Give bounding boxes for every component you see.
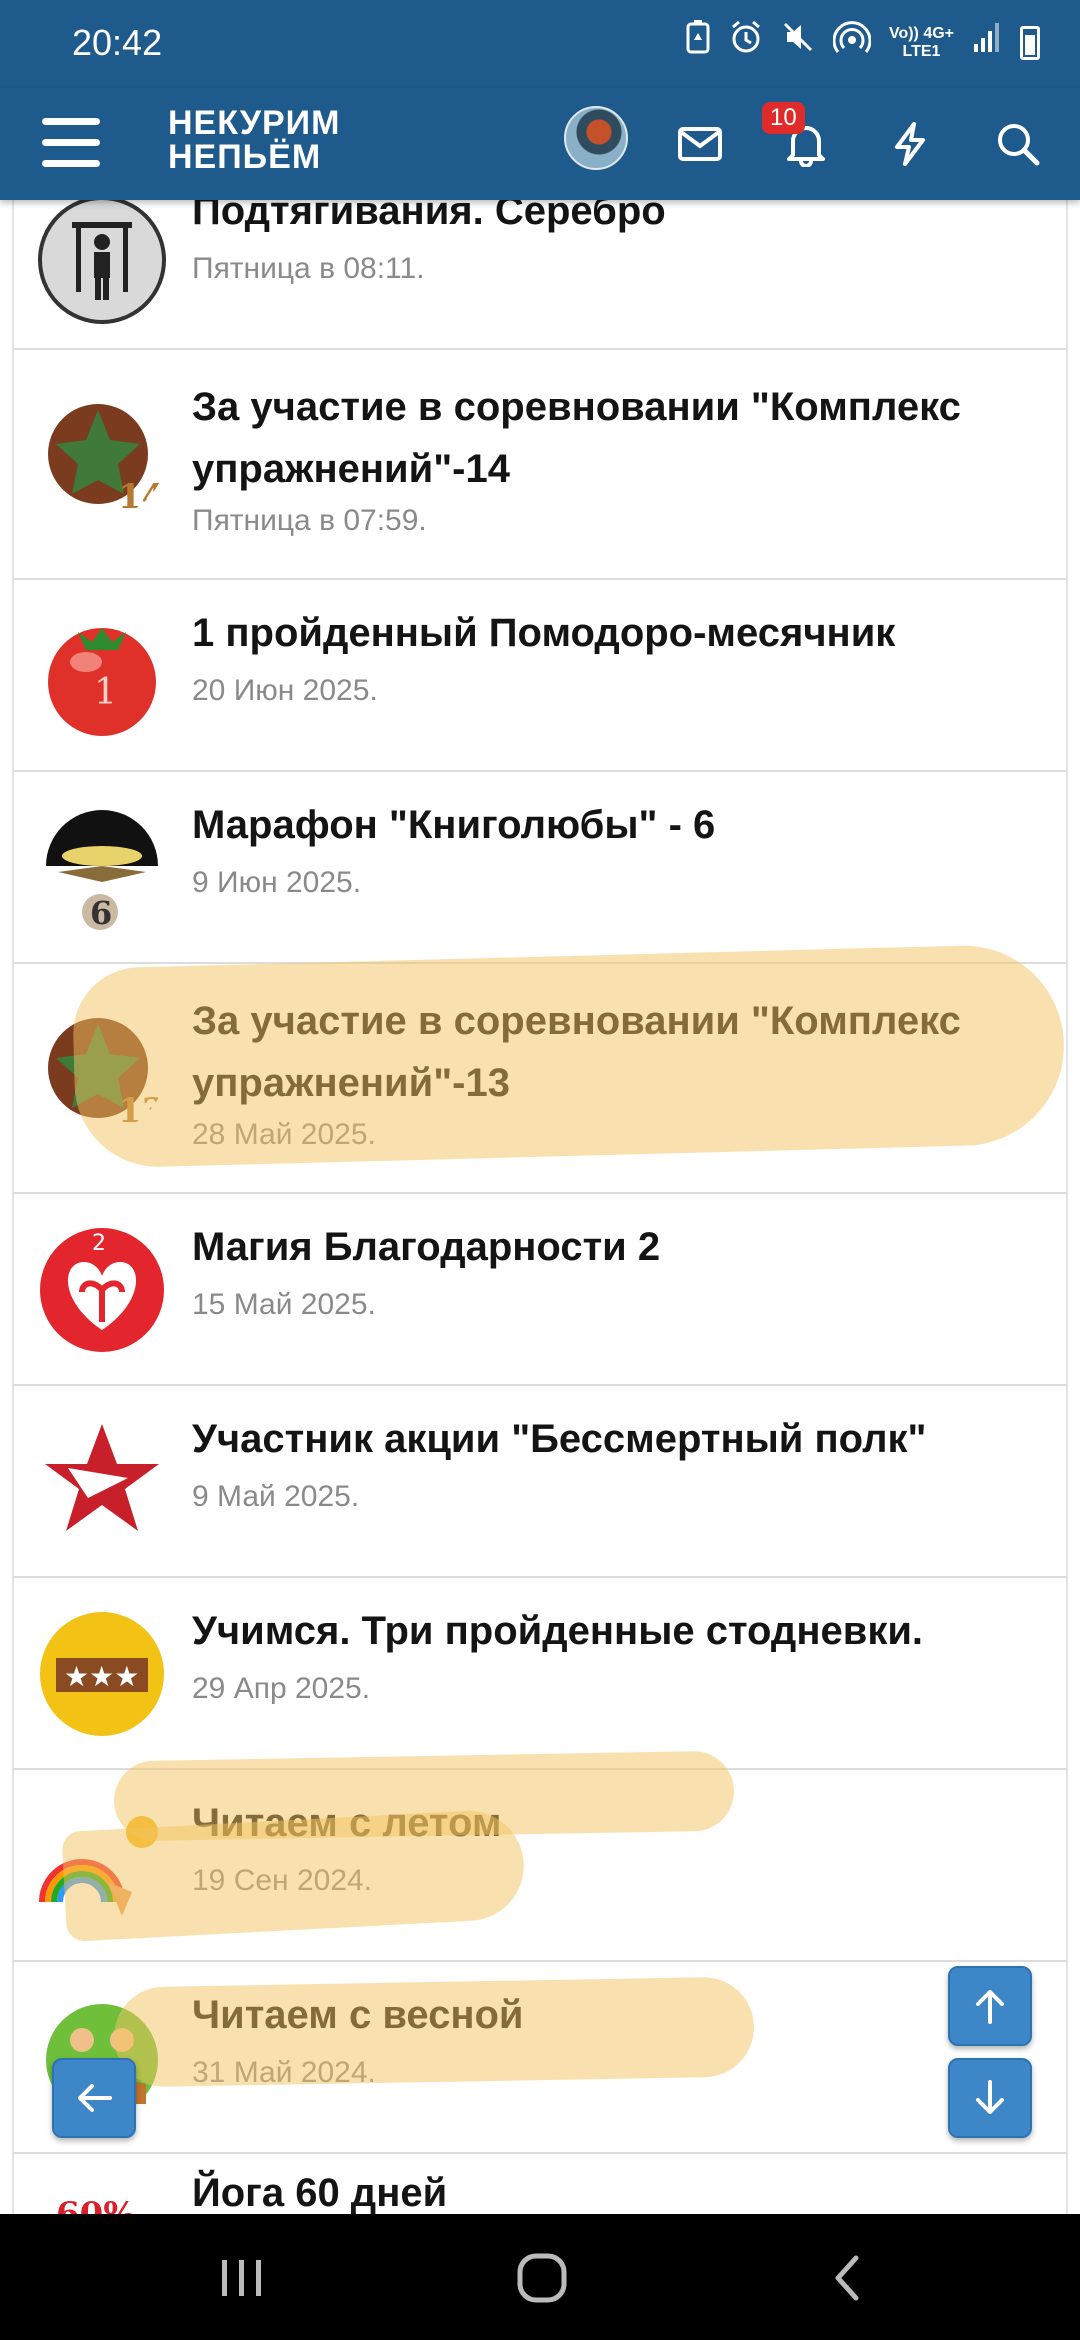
exercise-complex-14-icon: 14: [38, 390, 166, 518]
system-nav-bar: [0, 2214, 1080, 2340]
notification-badge: 10: [762, 102, 805, 134]
signal-icon: [972, 20, 1002, 65]
gratitude-heart-icon: 2: [38, 1226, 166, 1354]
achievement-date: 28 Май 2025.: [192, 1118, 376, 1151]
achievement-title: Учимся. Три пройденные стодневки.: [192, 1609, 924, 1653]
status-time: 20:42: [72, 22, 163, 63]
svg-text:13: 13: [118, 1091, 165, 1131]
achievement-date: 20 Июн 2025.: [192, 674, 378, 707]
scroll-up-button[interactable]: [948, 1966, 1032, 2046]
book-marathon-icon: 6: [38, 804, 166, 932]
list-item[interactable]: 1 1 пройденный Помодоро-месячник 20 Июн …: [12, 580, 1068, 772]
achievement-title: Участник акции "Бессмертный полк": [192, 1417, 927, 1461]
list-item[interactable]: 6 Марафон "Книголюбы" - 6 9 Июн 2025.: [12, 772, 1068, 964]
achievement-date: 9 Июн 2025.: [192, 866, 362, 899]
arrow-up-icon: [976, 1990, 1004, 2024]
list-item[interactable]: Участник акции "Бессмертный полк" 9 Май …: [12, 1386, 1068, 1578]
svg-text:1: 1: [94, 672, 117, 713]
achievement-date: Пятница в 08:11.: [192, 252, 425, 285]
svg-text:14: 14: [118, 477, 165, 517]
mail-icon[interactable]: [668, 112, 732, 176]
achievement-title: Марафон "Книголюбы" - 6: [192, 803, 716, 847]
mute-icon: [781, 20, 815, 65]
three-stars-icon: ★★★: [38, 1610, 166, 1738]
achievement-title: Магия Благодарности 2: [192, 1225, 661, 1269]
achievement-date: 31 Май 2024.: [192, 2056, 376, 2089]
logo-line-2: НЕПЬЁМ: [168, 138, 322, 176]
recent-apps-icon[interactable]: [202, 2246, 282, 2310]
list-item[interactable]: Читаем с весной 31 Май 2024.: [12, 1962, 1068, 2154]
site-logo[interactable]: НЕКУРИМ НЕПЬЁМ: [168, 106, 340, 174]
exercise-complex-13-icon: 13: [38, 1004, 166, 1132]
list-item[interactable]: ★★★ Учимся. Три пройденные стодневки. 29…: [12, 1578, 1068, 1770]
list-item[interactable]: 14 За участие в соревновании "Комплекс у…: [12, 350, 1068, 580]
arrow-down-icon: [976, 2080, 1004, 2114]
tomato-icon: 1: [38, 612, 166, 740]
svg-text:★★★: ★★★: [64, 1660, 139, 1693]
network-label-top: Vo)) 4G+: [888, 24, 954, 42]
achievement-title: Читаем с весной: [192, 1993, 524, 2037]
achievement-title: За участие в соревновании "Комплекс упра…: [192, 999, 961, 1105]
network-label-bottom: LTE1: [902, 42, 941, 60]
logo-line-1: НЕКУРИМ: [168, 104, 341, 142]
status-icons: Vo)) 4G+ LTE1: [685, 20, 1040, 65]
achievement-date: Пятница в 07:59.: [192, 504, 427, 537]
red-star-icon: [38, 1418, 166, 1546]
app-header: НЕКУРИМ НЕПЬЁМ 10: [0, 88, 1080, 200]
list-item[interactable]: 2 Магия Благодарности 2 15 Май 2025.: [12, 1194, 1068, 1386]
status-bar: 20:42 Vo)) 4G+ LTE1: [0, 0, 1080, 88]
alarm-icon: [729, 20, 763, 65]
arrow-left-icon: [78, 2084, 112, 2112]
achievement-title: 1 пройденный Помодоро-месячник: [192, 611, 896, 655]
lightning-icon[interactable]: [878, 112, 942, 176]
search-icon[interactable]: [986, 112, 1050, 176]
list-item[interactable]: Подтягивания. Серебро Пятница в 08:11.: [12, 180, 1068, 350]
battery-icon: [1020, 25, 1040, 60]
svg-text:2: 2: [92, 1231, 106, 1256]
svg-text:6: 6: [90, 894, 112, 932]
achievement-title: Читаем с летом: [192, 1801, 502, 1845]
system-back-icon[interactable]: [808, 2246, 888, 2310]
achievement-date: 9 Май 2025.: [192, 1480, 360, 1513]
user-avatar[interactable]: [564, 106, 628, 170]
battery-saver-icon: [685, 20, 711, 65]
list-item[interactable]: Читаем с летом 19 Сен 2024.: [12, 1750, 1068, 1962]
menu-icon[interactable]: [42, 118, 100, 168]
achievement-date: 19 Сен 2024.: [192, 1864, 373, 1897]
scroll-down-button[interactable]: [948, 2058, 1032, 2138]
rainbow-sun-icon: [38, 1802, 166, 1930]
network-indicator: Vo)) 4G+ LTE1: [889, 25, 954, 61]
achievement-title: За участие в соревновании "Комплекс упра…: [192, 385, 961, 491]
pullup-silver-icon: [38, 196, 166, 324]
hotspot-icon: [832, 20, 872, 65]
back-button[interactable]: [52, 2058, 136, 2138]
achievement-date: 29 Апр 2025.: [192, 1672, 371, 1705]
list-item[interactable]: 13 За участие в соревновании "Комплекс у…: [12, 943, 1068, 1194]
achievement-date: 15 Май 2025.: [192, 1288, 376, 1321]
home-icon[interactable]: [502, 2246, 582, 2310]
